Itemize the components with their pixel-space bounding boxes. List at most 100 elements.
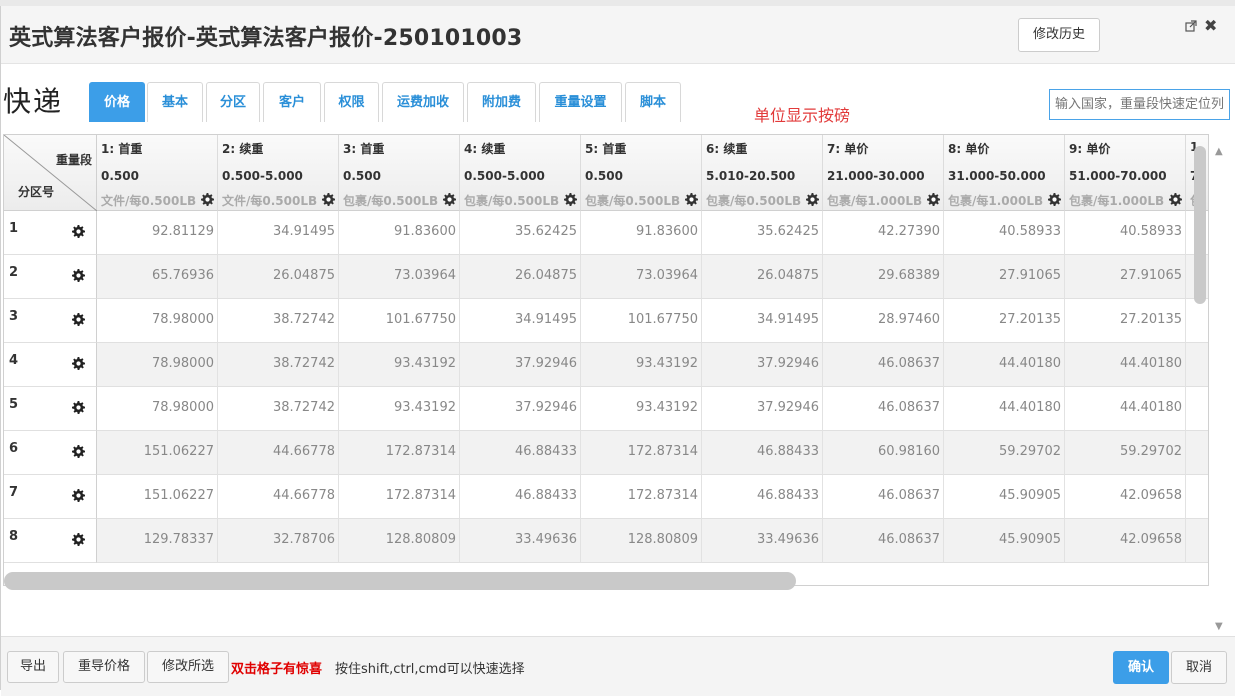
price-cell[interactable]: 33.49636 bbox=[702, 519, 823, 563]
tab-5[interactable]: 运费加收 bbox=[382, 82, 464, 122]
price-cell[interactable]: 45.90905 bbox=[944, 519, 1065, 563]
price-cell[interactable]: 93.43192 bbox=[339, 387, 460, 431]
gear-icon[interactable] bbox=[72, 357, 85, 370]
price-cell[interactable]: 46.08637 bbox=[823, 343, 944, 387]
gear-icon[interactable] bbox=[72, 401, 85, 414]
price-cell[interactable]: 151.06227 bbox=[97, 475, 218, 519]
gear-icon[interactable] bbox=[1048, 193, 1061, 206]
tab-8[interactable]: 脚本 bbox=[625, 82, 681, 122]
gear-icon[interactable] bbox=[72, 445, 85, 458]
tab-7[interactable]: 重量设置 bbox=[539, 82, 622, 122]
price-cell[interactable]: 73.03964 bbox=[339, 255, 460, 299]
price-cell[interactable]: 172.87314 bbox=[339, 431, 460, 475]
tab-2[interactable]: 分区 bbox=[206, 82, 260, 122]
reimport-price-button[interactable]: 重导价格 bbox=[63, 651, 145, 683]
price-cell[interactable]: 29.68389 bbox=[823, 255, 944, 299]
vertical-scrollbar[interactable] bbox=[1194, 146, 1206, 304]
gear-icon[interactable] bbox=[72, 225, 85, 238]
gear-icon[interactable] bbox=[564, 193, 577, 206]
price-cell[interactable] bbox=[1186, 431, 1208, 475]
price-cell[interactable]: 35.62425 bbox=[702, 211, 823, 255]
price-cell[interactable] bbox=[1186, 299, 1208, 343]
gear-icon[interactable] bbox=[72, 313, 85, 326]
price-cell[interactable]: 28.97460 bbox=[823, 299, 944, 343]
column-header[interactable]: 2: 续重 0.500-5.000 文件/每0.500LB bbox=[218, 135, 339, 211]
price-cell[interactable]: 59.29702 bbox=[944, 431, 1065, 475]
price-cell[interactable]: 128.80809 bbox=[581, 519, 702, 563]
column-header[interactable]: 8: 单价 31.000-50.000 包裹/每1.000LB bbox=[944, 135, 1065, 211]
gear-icon[interactable] bbox=[927, 193, 940, 206]
gear-icon[interactable] bbox=[72, 489, 85, 502]
tab-1[interactable]: 基本 bbox=[147, 82, 203, 122]
gear-icon[interactable] bbox=[1169, 193, 1182, 206]
price-cell[interactable]: 27.91065 bbox=[944, 255, 1065, 299]
price-cell[interactable]: 172.87314 bbox=[581, 475, 702, 519]
price-cell[interactable]: 38.72742 bbox=[218, 343, 339, 387]
price-cell[interactable]: 93.43192 bbox=[581, 387, 702, 431]
gear-icon[interactable] bbox=[201, 193, 214, 206]
vertical-scroll-track[interactable] bbox=[1210, 140, 1234, 636]
confirm-button[interactable]: 确认 bbox=[1113, 651, 1169, 684]
price-cell[interactable]: 42.27390 bbox=[823, 211, 944, 255]
search-input[interactable] bbox=[1049, 89, 1230, 120]
column-header[interactable]: 7: 单价 21.000-30.000 包裹/每1.000LB bbox=[823, 135, 944, 211]
price-cell[interactable]: 27.20135 bbox=[944, 299, 1065, 343]
price-cell[interactable]: 46.08637 bbox=[823, 387, 944, 431]
scroll-up-icon[interactable]: ▲ bbox=[1215, 146, 1223, 157]
price-cell[interactable]: 27.91065 bbox=[1065, 255, 1186, 299]
price-cell[interactable] bbox=[1186, 475, 1208, 519]
column-header[interactable]: 6: 续重 5.010-20.500 包裹/每0.500LB bbox=[702, 135, 823, 211]
price-cell[interactable]: 40.58933 bbox=[1065, 211, 1186, 255]
price-cell[interactable]: 73.03964 bbox=[581, 255, 702, 299]
tab-6[interactable]: 附加费 bbox=[467, 82, 536, 122]
price-cell[interactable]: 37.92946 bbox=[460, 387, 581, 431]
tab-0[interactable]: 价格 bbox=[89, 82, 145, 122]
price-cell[interactable]: 46.88433 bbox=[702, 475, 823, 519]
price-cell[interactable]: 78.98000 bbox=[97, 299, 218, 343]
price-cell[interactable]: 101.67750 bbox=[339, 299, 460, 343]
gear-icon[interactable] bbox=[685, 193, 698, 206]
gear-icon[interactable] bbox=[443, 193, 456, 206]
price-cell[interactable]: 60.98160 bbox=[823, 431, 944, 475]
price-cell[interactable]: 91.83600 bbox=[581, 211, 702, 255]
price-cell[interactable]: 44.40180 bbox=[1065, 387, 1186, 431]
price-cell[interactable]: 34.91495 bbox=[702, 299, 823, 343]
price-cell[interactable] bbox=[1186, 343, 1208, 387]
price-cell[interactable]: 44.40180 bbox=[944, 343, 1065, 387]
tab-3[interactable]: 客户 bbox=[263, 82, 321, 122]
gear-icon[interactable] bbox=[72, 533, 85, 546]
price-cell[interactable]: 38.72742 bbox=[218, 299, 339, 343]
price-cell[interactable]: 37.92946 bbox=[702, 387, 823, 431]
column-header[interactable]: 1: 首重 0.500 文件/每0.500LB bbox=[97, 135, 218, 211]
price-cell[interactable]: 44.66778 bbox=[218, 431, 339, 475]
price-cell[interactable]: 78.98000 bbox=[97, 387, 218, 431]
price-cell[interactable]: 44.40180 bbox=[1065, 343, 1186, 387]
price-cell[interactable] bbox=[1186, 387, 1208, 431]
price-cell[interactable]: 93.43192 bbox=[581, 343, 702, 387]
scroll-down-icon[interactable]: ▼ bbox=[1215, 621, 1223, 632]
price-cell[interactable]: 128.80809 bbox=[339, 519, 460, 563]
price-cell[interactable]: 26.04875 bbox=[218, 255, 339, 299]
price-cell[interactable]: 33.49636 bbox=[460, 519, 581, 563]
price-cell[interactable]: 45.90905 bbox=[944, 475, 1065, 519]
price-cell[interactable]: 26.04875 bbox=[702, 255, 823, 299]
price-cell[interactable]: 46.88433 bbox=[460, 431, 581, 475]
price-cell[interactable]: 27.20135 bbox=[1065, 299, 1186, 343]
external-link-icon[interactable] bbox=[1185, 20, 1197, 32]
modify-selected-button[interactable]: 修改所选 bbox=[147, 651, 229, 683]
price-cell[interactable]: 46.88433 bbox=[702, 431, 823, 475]
price-cell[interactable]: 26.04875 bbox=[460, 255, 581, 299]
price-cell[interactable]: 44.40180 bbox=[944, 387, 1065, 431]
gear-icon[interactable] bbox=[322, 193, 335, 206]
price-cell[interactable]: 46.88433 bbox=[460, 475, 581, 519]
price-cell[interactable]: 42.09658 bbox=[1065, 475, 1186, 519]
horizontal-scrollbar[interactable] bbox=[4, 572, 796, 590]
price-cell[interactable]: 32.78706 bbox=[218, 519, 339, 563]
close-icon[interactable]: ✖ bbox=[1204, 16, 1217, 35]
column-header[interactable]: 5: 首重 0.500 包裹/每0.500LB bbox=[581, 135, 702, 211]
price-cell[interactable]: 172.87314 bbox=[339, 475, 460, 519]
export-button[interactable]: 导出 bbox=[7, 651, 59, 683]
price-cell[interactable]: 59.29702 bbox=[1065, 431, 1186, 475]
price-cell[interactable]: 172.87314 bbox=[581, 431, 702, 475]
price-cell[interactable]: 93.43192 bbox=[339, 343, 460, 387]
